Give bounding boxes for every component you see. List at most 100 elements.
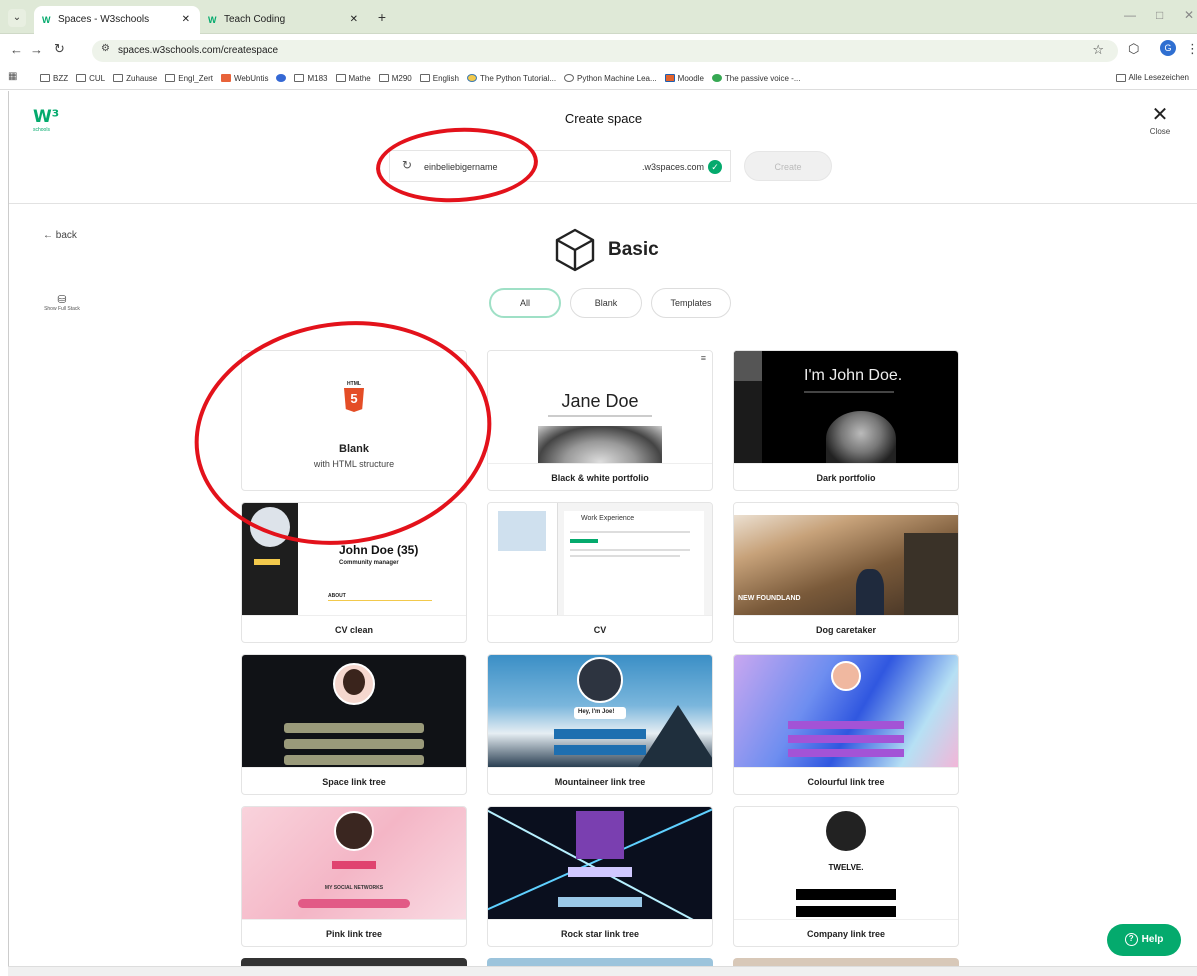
template-label: Mountaineer link tree: [488, 767, 712, 794]
bookmark-item[interactable]: M183: [294, 74, 328, 83]
template-label: Space link tree: [242, 767, 466, 794]
create-button[interactable]: Create: [744, 151, 832, 181]
help-button[interactable]: ? Help: [1107, 924, 1181, 956]
bookmark-item[interactable]: Moodle: [664, 74, 704, 83]
url-field[interactable]: ⚙ spaces.w3schools.com/createspace ☆: [92, 40, 1118, 62]
template-label: Colourful link tree: [734, 767, 958, 794]
template-card-colourful-link-tree[interactable]: Colourful link tree: [733, 654, 959, 795]
ml-icon: [564, 74, 575, 82]
template-card-rock-star-link-tree[interactable]: Rock star link tree: [487, 806, 713, 947]
bookmark-item[interactable]: [276, 74, 287, 82]
question-icon: ?: [1124, 932, 1138, 946]
forward-arrow-icon[interactable]: →: [30, 42, 43, 58]
tab-search-icon[interactable]: ⌄: [8, 9, 26, 27]
webuntis-icon: [220, 74, 231, 82]
bookmark-item[interactable]: English: [419, 74, 459, 83]
template-card-bw-portfolio[interactable]: ≡ Jane Doe Black & white portfolio: [487, 350, 713, 491]
template-preview: TWELVE.: [734, 807, 958, 919]
create-space-page: W³ schools Create space ✕ Close ↻ .w3spa…: [8, 91, 1197, 976]
template-card-dark-portfolio[interactable]: I'm John Doe. Dark portfolio: [733, 350, 959, 491]
folder-icon: [378, 74, 389, 82]
template-title: Blank: [339, 443, 369, 455]
folder-icon: [165, 74, 176, 82]
filter-blank[interactable]: Blank: [570, 288, 642, 318]
filter-all[interactable]: All: [489, 288, 561, 318]
template-card-mountaineer-link-tree[interactable]: Hey, I'm Joe! Mountaineer link tree: [487, 654, 713, 795]
bookmark-item[interactable]: Python Machine Lea...: [564, 74, 657, 83]
section-header: Basic: [552, 225, 659, 275]
profile-avatar[interactable]: G: [1160, 40, 1176, 56]
template-preview: MY SOCIAL NETWORKS: [242, 807, 466, 919]
template-label: Company link tree: [734, 919, 958, 946]
apps-grid-icon[interactable]: ▦: [8, 71, 17, 82]
python-icon: [467, 74, 477, 82]
bookmark-item[interactable]: The Python Tutorial...: [467, 74, 556, 83]
bookmark-item[interactable]: Engl_Zert: [165, 74, 213, 83]
template-preview: I'm John Doe.: [734, 351, 958, 463]
template-preview: [488, 807, 712, 919]
tab-close-icon[interactable]: ✕: [182, 6, 190, 34]
domain-suffix: .w3spaces.com: [641, 162, 704, 172]
template-label: CV: [488, 615, 712, 642]
tab-spaces[interactable]: W Spaces - W3schools ✕: [34, 6, 200, 34]
minimize-icon[interactable]: —: [1124, 8, 1136, 22]
back-arrow-icon[interactable]: ←: [10, 42, 23, 58]
template-card-blank[interactable]: HTML 5 Blank with HTML structure: [241, 350, 467, 491]
folder-icon: [1115, 74, 1126, 82]
html5-icon: HTML 5: [343, 381, 365, 412]
template-preview: Work Experience: [488, 503, 712, 615]
template-card-pink-link-tree[interactable]: MY SOCIAL NETWORKS Pink link tree: [241, 806, 467, 947]
bookmark-item[interactable]: Zuhause: [113, 74, 157, 83]
template-preview: John Doe (35) Community manager ABOUT: [242, 503, 466, 615]
template-preview: ≡ Jane Doe: [488, 351, 712, 463]
back-link[interactable]: ← back: [43, 230, 77, 241]
w3schools-favicon-icon: W: [42, 15, 51, 25]
bookmark-item[interactable]: CUL: [76, 74, 105, 83]
tab-close-icon[interactable]: ✕: [350, 6, 358, 34]
folder-icon: [76, 74, 87, 82]
window-close-icon[interactable]: ✕: [1184, 8, 1194, 22]
show-full-stack-button[interactable]: ⛁ Show Full Stack: [42, 293, 82, 312]
divider: [9, 203, 1197, 204]
q-app-icon: [276, 74, 287, 82]
browser-tabstrip: ⌄ W Spaces - W3schools ✕ W Teach Coding …: [0, 0, 1197, 34]
bookmark-item[interactable]: The passive voice -...: [711, 74, 801, 83]
horizontal-scrollbar[interactable]: [8, 966, 1197, 976]
bookmark-item[interactable]: Mathe: [335, 74, 371, 83]
hamburger-icon: ≡: [700, 353, 706, 363]
moodle-icon: [664, 74, 675, 82]
template-card-dog-caretaker[interactable]: NEW FOUNDLAND Dog caretaker: [733, 502, 959, 643]
tab-title: Teach Coding: [224, 14, 286, 25]
folder-icon: [419, 74, 430, 82]
new-tab-button[interactable]: +: [372, 6, 392, 28]
maximize-icon[interactable]: □: [1156, 8, 1163, 22]
checkmark-icon: ✓: [708, 160, 722, 174]
template-card-space-link-tree[interactable]: Space link tree: [241, 654, 467, 795]
menu-dots-icon[interactable]: ⋮: [1186, 41, 1197, 57]
bookmark-item[interactable]: BZZ: [40, 74, 68, 83]
template-card-cv[interactable]: Work Experience CV: [487, 502, 713, 643]
template-preview: [734, 655, 958, 767]
space-name-input[interactable]: [424, 151, 604, 183]
template-card-cv-clean[interactable]: John Doe (35) Community manager ABOUT CV…: [241, 502, 467, 643]
bookmark-item[interactable]: M290: [378, 74, 412, 83]
bookmark-star-icon[interactable]: ☆: [1092, 42, 1104, 58]
template-subtitle: with HTML structure: [313, 459, 395, 469]
bookmark-item[interactable]: WebUntis: [220, 74, 268, 83]
reload-icon[interactable]: ↻: [54, 41, 65, 57]
cube-icon: [555, 228, 595, 272]
stack-icon: ⛁: [57, 294, 67, 306]
template-label: Black & white portfolio: [488, 463, 712, 490]
extension-icon[interactable]: ⬡: [1128, 41, 1139, 57]
bookmarks-bar: ▦ BZZ CUL Zuhause Engl_Zert WebUntis M18…: [0, 66, 1197, 90]
filter-templates[interactable]: Templates: [651, 288, 731, 318]
all-bookmarks[interactable]: Alle Lesezeichen: [1115, 66, 1189, 90]
site-info-icon[interactable]: ⚙: [101, 43, 110, 54]
template-label: Dark portfolio: [734, 463, 958, 490]
regenerate-icon[interactable]: ↻: [402, 158, 412, 172]
close-button[interactable]: ✕ Close: [1145, 105, 1175, 136]
template-preview: NEW FOUNDLAND: [734, 503, 958, 615]
tab-teach-coding[interactable]: W Teach Coding ✕: [200, 6, 368, 34]
url-text: spaces.w3schools.com/createspace: [118, 45, 279, 56]
template-card-company-link-tree[interactable]: TWELVE. Company link tree: [733, 806, 959, 947]
